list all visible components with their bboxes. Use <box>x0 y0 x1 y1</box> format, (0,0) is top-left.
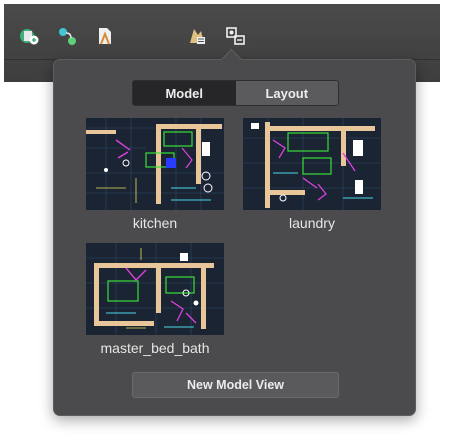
layer-settings-icon[interactable] <box>186 25 208 47</box>
node-share-icon[interactable] <box>56 25 78 47</box>
kitchen-floorplan-image <box>86 118 224 210</box>
model-view-popover: Model Layout kitchen laundry master_bed_… <box>53 48 416 416</box>
document-export-icon[interactable] <box>94 25 116 47</box>
view-type-segmented-control: Model Layout <box>132 80 339 106</box>
tab-model[interactable]: Model <box>133 81 236 105</box>
new-model-view-button[interactable]: New Model View <box>132 372 339 398</box>
view-name-laundry: laundry <box>289 215 335 231</box>
view-thumbnail-kitchen[interactable] <box>86 118 224 210</box>
view-name-master-bed-bath: master_bed_bath <box>100 340 210 356</box>
view-thumbnail-master-bed-bath[interactable] <box>86 243 224 335</box>
paste-drawing-icon[interactable] <box>18 25 40 47</box>
model-view-icon[interactable] <box>224 25 246 47</box>
master-bed-bath-floorplan-image <box>86 243 224 335</box>
laundry-floorplan-image <box>243 118 381 210</box>
view-thumbnail-laundry[interactable] <box>243 118 381 210</box>
tab-layout[interactable]: Layout <box>235 81 338 105</box>
